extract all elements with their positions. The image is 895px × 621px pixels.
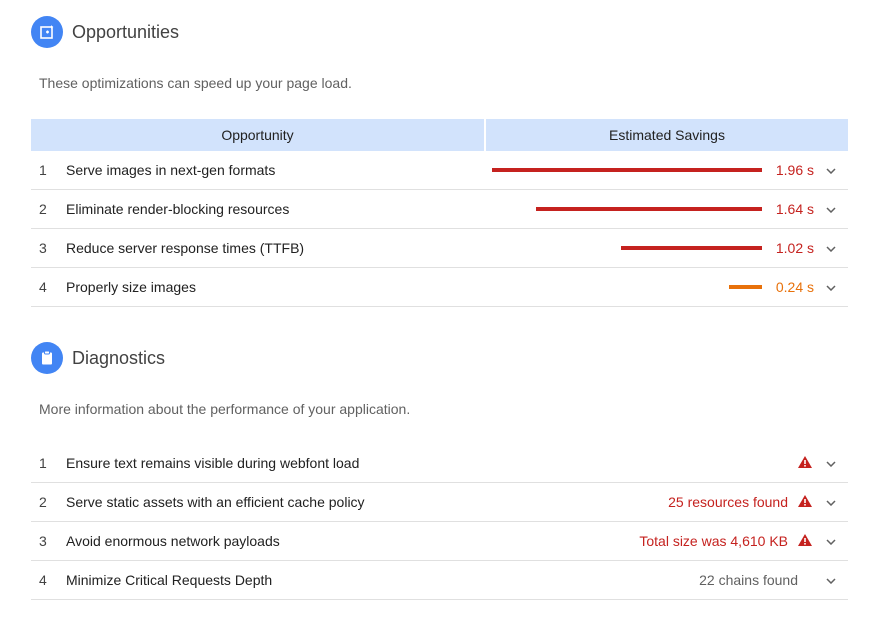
diagnostic-label: Serve static assets with an efficient ca… <box>66 494 365 510</box>
savings-value: 1.96 s <box>775 162 814 178</box>
row-number: 1 <box>39 455 47 471</box>
savings-bar <box>535 207 762 211</box>
row-number: 4 <box>39 572 47 588</box>
savings: 1.64 s <box>535 190 840 228</box>
diagnostic-value: Total size was 4,610 KB <box>639 533 788 549</box>
opportunity-label: Reduce server response times (TTFB) <box>66 240 305 256</box>
section-description: These optimizations can speed up your pa… <box>39 75 352 91</box>
opportunity-label: Properly size images <box>66 279 196 295</box>
diagnostic-row[interactable]: 3 Avoid enormous network payloads Total si… <box>31 522 848 561</box>
diagnostic-value: 25 resources found <box>668 494 788 510</box>
chevron-down-icon[interactable] <box>826 241 840 255</box>
chevron-down-icon[interactable] <box>826 534 840 548</box>
section-title: Diagnostics <box>72 347 166 368</box>
diagnostic-label: Ensure text remains visible during webfo… <box>66 455 360 471</box>
diagnostics-header: Diagnostics <box>31 342 165 374</box>
savings-value: 1.02 s <box>775 240 814 256</box>
diagnostic-summary: Total size was 4,610 KB <box>639 522 840 560</box>
savings-value: 1.64 s <box>775 201 814 217</box>
diagnostic-row[interactable]: 1 Ensure text remains visible during webf… <box>31 444 848 483</box>
row-number: 2 <box>39 201 47 217</box>
section-description: More information about the performance o… <box>39 401 411 417</box>
opportunities-table-header: Opportunity Estimated Savings <box>31 119 848 151</box>
diagnostics-list: 1 Ensure text remains visible during webf… <box>31 444 848 600</box>
row-number: 3 <box>39 533 47 549</box>
savings-bar <box>491 168 762 172</box>
opportunity-row[interactable]: 2 Eliminate render-blocking resources 1.64… <box>31 190 848 229</box>
opportunity-icon <box>31 16 63 48</box>
opportunity-row[interactable]: 4 Properly size images 0.24 s <box>31 268 848 307</box>
warning-icon <box>798 533 812 549</box>
warning-icon <box>798 494 812 510</box>
diagnostic-summary: 22 chains found <box>699 561 840 599</box>
diagnostic-label: Minimize Critical Requests Depth <box>66 572 273 588</box>
column-header-opportunity: Opportunity <box>31 119 484 151</box>
opportunity-row[interactable]: 3 Reduce server response times (TTFB) 1.02… <box>31 229 848 268</box>
savings-value: 0.24 s <box>775 279 814 295</box>
chevron-down-icon[interactable] <box>826 456 840 470</box>
chevron-down-icon[interactable] <box>826 280 840 294</box>
column-header-savings: Estimated Savings <box>486 119 848 151</box>
row-number: 3 <box>39 240 47 256</box>
opportunities-list: 1 Serve images in next-gen formats 1.96 s 2… <box>31 151 848 307</box>
opportunity-row[interactable]: 1 Serve images in next-gen formats 1.96 s <box>31 151 848 190</box>
row-number: 2 <box>39 494 47 510</box>
diagnostic-value: 22 chains found <box>699 572 798 588</box>
clipboard-icon <box>31 342 63 374</box>
opportunity-label: Serve images in next-gen formats <box>66 162 276 178</box>
opportunities-header: Opportunities <box>31 16 179 48</box>
diagnostic-row[interactable]: 2 Serve static assets with an efficient c… <box>31 483 848 522</box>
warning-icon <box>798 455 812 471</box>
row-number: 4 <box>39 279 47 295</box>
section-title: Opportunities <box>72 21 180 42</box>
savings-bar <box>621 246 762 250</box>
chevron-down-icon[interactable] <box>826 495 840 509</box>
chevron-down-icon[interactable] <box>826 573 840 587</box>
savings: 1.96 s <box>491 151 840 189</box>
diagnostic-row[interactable]: 4 Minimize Critical Requests Depth 22 chai… <box>31 561 848 600</box>
chevron-down-icon[interactable] <box>826 202 840 216</box>
savings: 1.02 s <box>621 229 840 267</box>
diagnostic-summary <box>788 444 840 482</box>
chevron-down-icon[interactable] <box>826 163 840 177</box>
opportunity-label: Eliminate render-blocking resources <box>66 201 290 217</box>
savings-bar <box>728 285 762 289</box>
diagnostic-summary: 25 resources found <box>668 483 840 521</box>
savings: 0.24 s <box>728 268 840 306</box>
diagnostic-label: Avoid enormous network payloads <box>66 533 280 549</box>
row-number: 1 <box>39 162 47 178</box>
